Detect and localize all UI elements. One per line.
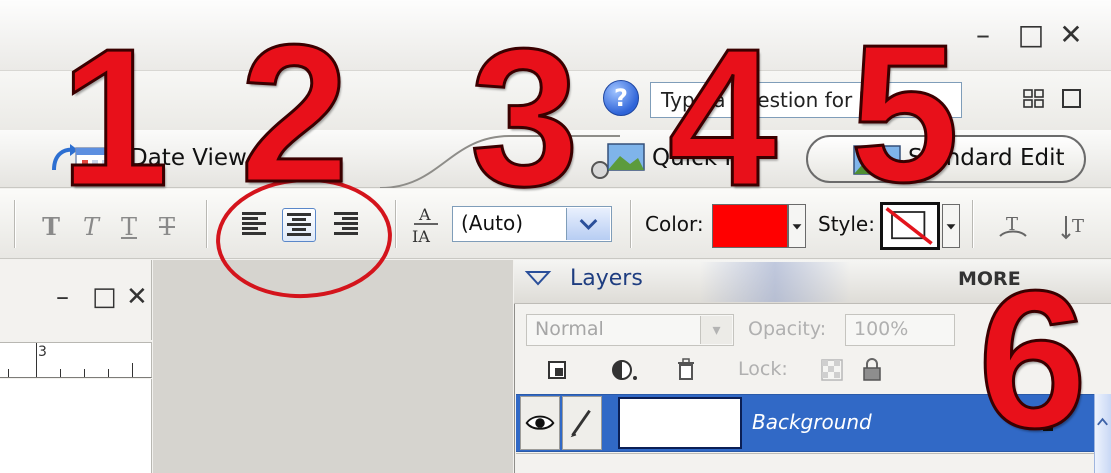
document-canvas[interactable] xyxy=(0,379,152,473)
panel-bin-icon[interactable] xyxy=(1022,88,1046,110)
callout-number: 6 xyxy=(976,250,1088,469)
toolbar-separator xyxy=(206,200,208,248)
leading-icon: A IA xyxy=(412,205,438,246)
close-button[interactable]: ✕ xyxy=(1056,20,1086,50)
minimize-button[interactable]: – xyxy=(968,20,998,50)
lock-label: Lock: xyxy=(738,358,788,380)
svg-text:IA: IA xyxy=(412,227,430,246)
help-icon[interactable]: ? xyxy=(603,80,639,116)
maximize-button[interactable]: □ xyxy=(1016,20,1046,50)
doc-close-button[interactable]: ✕ xyxy=(126,282,148,312)
eye-icon xyxy=(525,415,555,430)
palette-toggle-icon[interactable] xyxy=(1060,88,1084,110)
callout-number: 4 xyxy=(666,8,778,227)
toolbar-separator xyxy=(14,200,16,248)
lock-all-icon[interactable] xyxy=(858,356,886,384)
color-dropdown-icon[interactable] xyxy=(788,204,806,248)
layers-scrollbar[interactable] xyxy=(1094,394,1111,473)
callout-number: 5 xyxy=(848,4,960,223)
svg-text:A: A xyxy=(418,205,431,224)
toolbar-separator xyxy=(395,200,397,248)
new-layer-icon[interactable] xyxy=(544,356,572,384)
doc-minimize-button[interactable]: – xyxy=(56,282,69,312)
doc-maximize-button[interactable]: □ xyxy=(92,282,117,312)
warp-text-icon[interactable]: T xyxy=(996,210,1030,244)
callout-number: 1 xyxy=(58,8,170,227)
svg-text:T: T xyxy=(1072,216,1084,237)
layer-name[interactable]: Background xyxy=(752,410,872,434)
ruler-label: 3 xyxy=(38,344,47,360)
layers-tab-shade xyxy=(700,262,850,302)
toolbar-separator xyxy=(630,200,632,248)
chevron-down-icon[interactable]: ▾ xyxy=(700,316,732,344)
adjustment-layer-icon[interactable] xyxy=(610,356,638,384)
callout-number: 2 xyxy=(238,4,350,223)
collapse-caret-icon[interactable] xyxy=(524,268,552,288)
visibility-toggle[interactable] xyxy=(520,396,560,450)
horizontal-ruler xyxy=(0,342,152,378)
brush-icon xyxy=(570,409,591,438)
toolbar-separator xyxy=(972,200,974,248)
lock-transparency-icon[interactable] xyxy=(818,356,846,384)
callout-number: 3 xyxy=(468,8,580,227)
opacity-input[interactable]: 100% xyxy=(845,314,955,346)
quick-fix-icon[interactable] xyxy=(590,138,646,182)
trash-icon[interactable] xyxy=(672,356,700,384)
scroll-up-icon[interactable] xyxy=(1095,412,1111,432)
opacity-label: Opacity: xyxy=(748,318,827,340)
text-orientation-icon[interactable]: T xyxy=(1060,210,1094,244)
svg-text:T: T xyxy=(1006,214,1018,235)
layers-title: Layers xyxy=(570,266,643,291)
layer-link-toggle[interactable] xyxy=(562,396,602,450)
layer-thumbnail[interactable] xyxy=(618,397,742,449)
